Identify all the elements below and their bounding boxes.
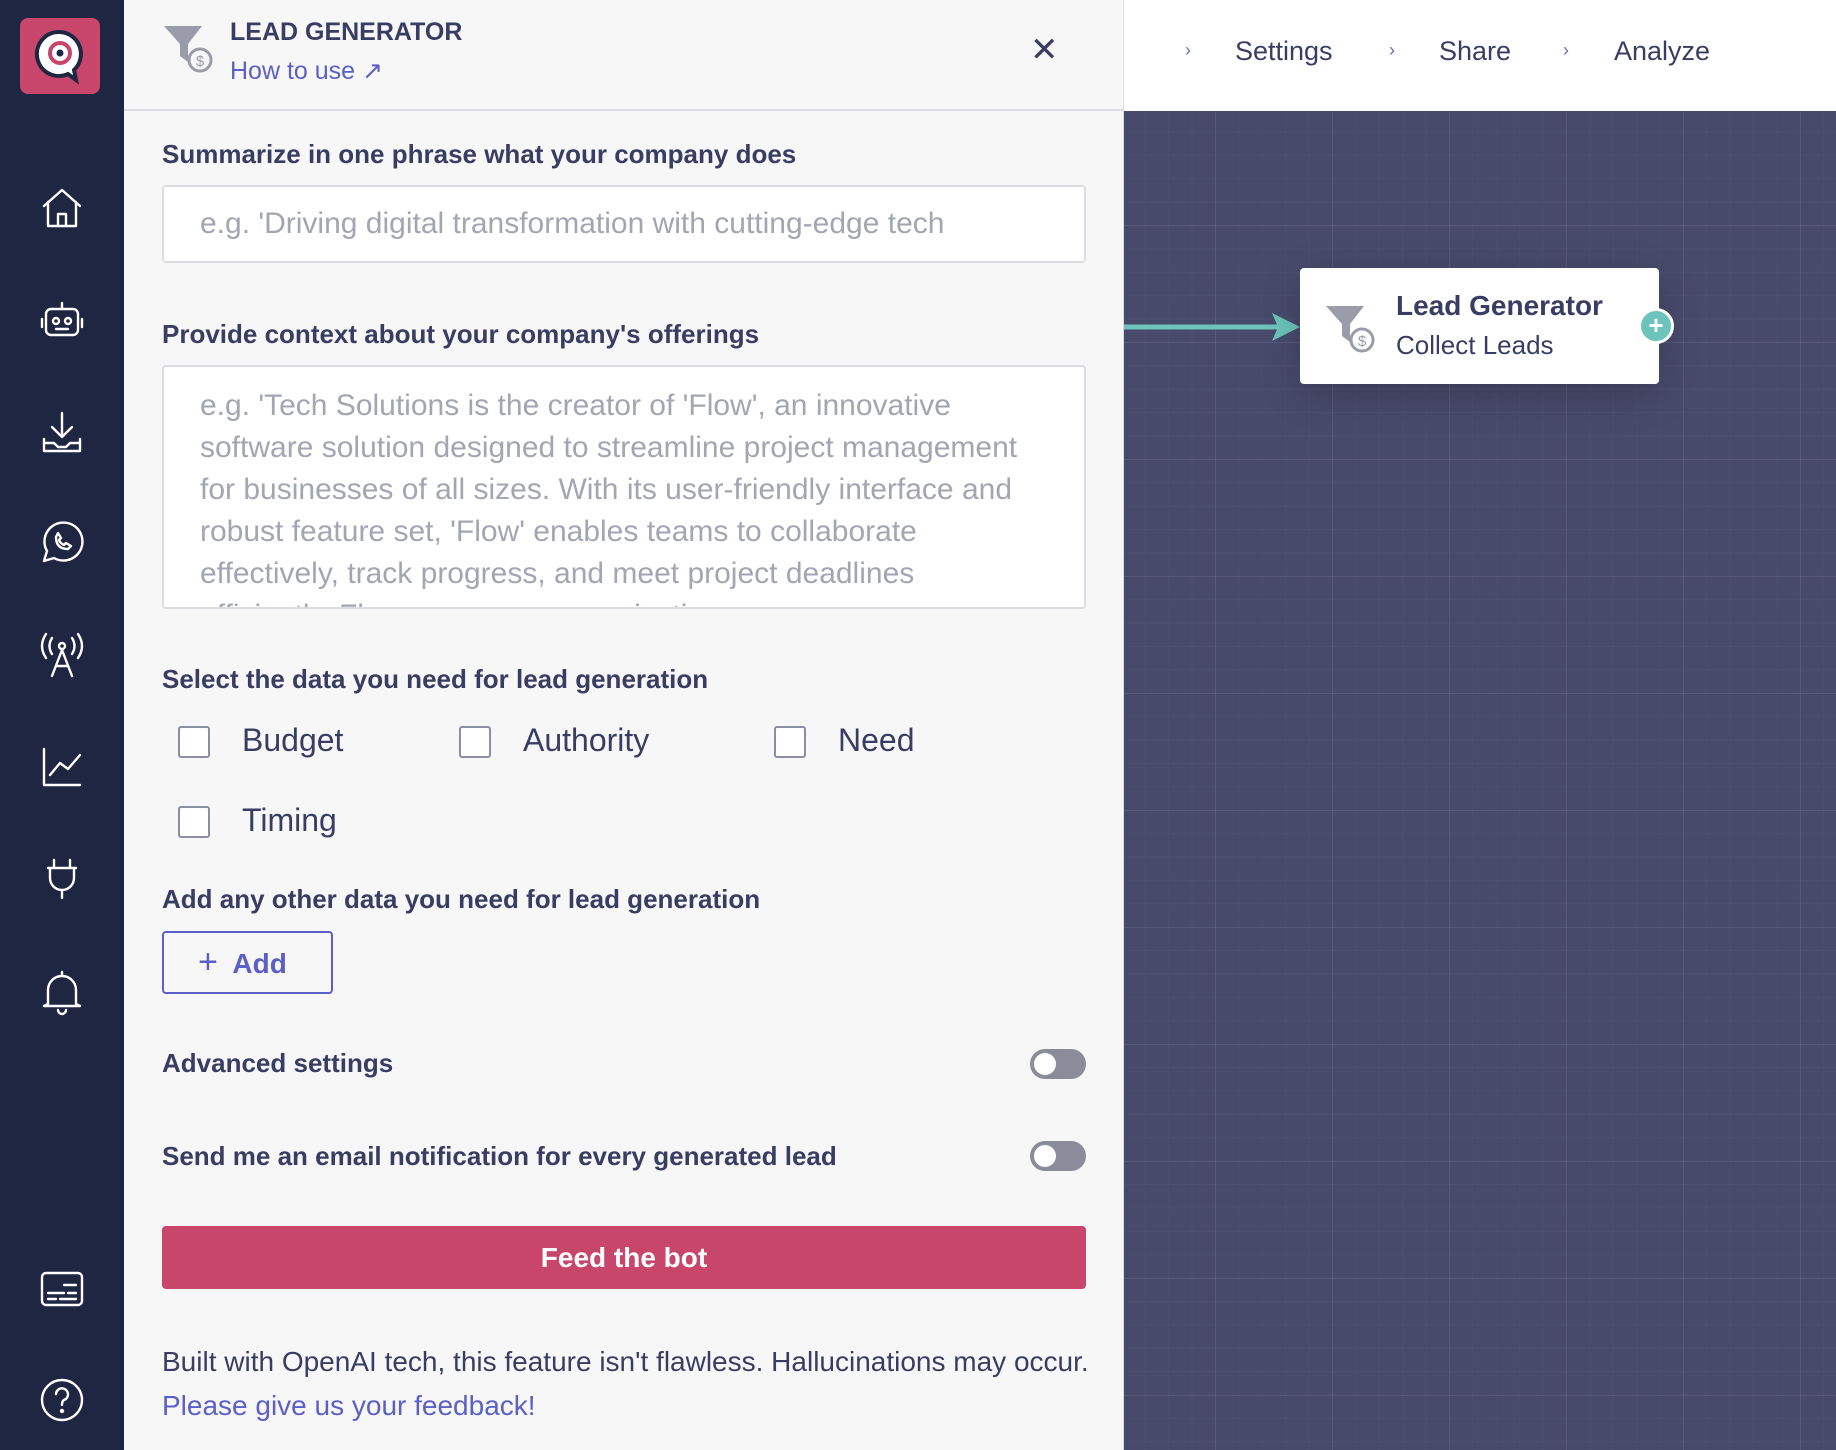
- advanced-settings-label: Advanced settings: [162, 1048, 394, 1078]
- analytics-icon[interactable]: [34, 739, 90, 795]
- lead-generator-node[interactable]: $ Lead Generator Collect Leads +: [1300, 268, 1674, 384]
- bell-icon[interactable]: [34, 964, 90, 1020]
- app-logo[interactable]: [20, 18, 100, 94]
- company-summary-input[interactable]: e.g. 'Driving digital transformation wit…: [162, 185, 1086, 263]
- company-summary-label: Summarize in one phrase what your compan…: [162, 139, 797, 169]
- email-notification-toggle[interactable]: [1030, 1141, 1086, 1171]
- add-label: Add: [232, 948, 287, 979]
- disclaimer-text: Built with OpenAI tech, this feature isn…: [162, 1346, 1089, 1377]
- add-node-button[interactable]: +: [1638, 308, 1674, 344]
- panel-header: $ LEAD GENERATOR How to use ↗ ✕: [124, 0, 1124, 111]
- feed-the-bot-button[interactable]: Feed the bot: [162, 1226, 1086, 1289]
- external-link-icon: ↗: [362, 57, 383, 85]
- how-to-use-link[interactable]: How to use ↗: [230, 56, 383, 86]
- help-icon[interactable]: [34, 1372, 90, 1428]
- node-title: Lead Generator: [1396, 290, 1603, 321]
- chevron-right-icon: ›: [1563, 40, 1569, 60]
- robot-icon[interactable]: [34, 293, 90, 349]
- advanced-settings-toggle[interactable]: [1030, 1049, 1086, 1079]
- subtitles-icon[interactable]: [34, 1261, 90, 1317]
- nav-settings[interactable]: Settings: [1235, 36, 1333, 67]
- panel-title: LEAD GENERATOR: [230, 18, 463, 46]
- funnel-dollar-icon: $: [164, 26, 213, 73]
- download-icon[interactable]: [34, 405, 90, 461]
- chevron-right-icon: ›: [1185, 40, 1191, 60]
- broadcast-icon[interactable]: [34, 628, 90, 684]
- nav-analyze[interactable]: Analyze: [1614, 36, 1710, 67]
- timing-label: Timing: [242, 802, 337, 838]
- funnel-dollar-icon: $: [1326, 306, 1375, 353]
- authority-label: Authority: [523, 722, 650, 758]
- connector-arrow: [1124, 313, 1300, 341]
- timing-checkbox[interactable]: [178, 806, 210, 838]
- chevron-right-icon: ›: [1389, 40, 1395, 60]
- lead-generator-panel: $ LEAD GENERATOR How to use ↗ ✕ Summariz…: [124, 0, 1124, 1450]
- close-icon[interactable]: ✕: [1030, 30, 1059, 70]
- plug-icon[interactable]: [34, 850, 90, 906]
- node-subtitle: Collect Leads: [1396, 330, 1554, 360]
- add-data-button[interactable]: + Add: [162, 931, 333, 994]
- budget-checkbox[interactable]: [178, 726, 210, 758]
- other-data-label: Add any other data you need for lead gen…: [162, 884, 761, 914]
- email-notification-label: Send me an email notification for every …: [162, 1141, 837, 1171]
- feedback-link[interactable]: Please give us your feedback!: [162, 1390, 536, 1421]
- need-label: Need: [838, 722, 915, 758]
- nav-share[interactable]: Share: [1439, 36, 1511, 67]
- authority-checkbox[interactable]: [459, 726, 491, 758]
- company-offerings-textarea[interactable]: e.g. 'Tech Solutions is the creator of '…: [162, 365, 1086, 609]
- company-offerings-label: Provide context about your company's off…: [162, 319, 760, 349]
- sidebar: [0, 0, 124, 1450]
- plus-icon: +: [198, 943, 218, 981]
- how-to-use-label: How to use: [230, 57, 356, 85]
- home-icon[interactable]: [34, 180, 90, 236]
- disclaimer: Built with OpenAI tech, this feature isn…: [162, 1340, 1092, 1428]
- top-nav: › Settings › Share › Analyze: [1124, 0, 1836, 111]
- svg-text:$: $: [1358, 333, 1367, 350]
- lead-data-label: Select the data you need for lead genera…: [162, 664, 709, 694]
- budget-label: Budget: [242, 722, 344, 758]
- logo-icon: [34, 29, 83, 85]
- svg-text:$: $: [196, 53, 205, 70]
- whatsapp-icon[interactable]: [34, 515, 90, 571]
- need-checkbox[interactable]: [774, 726, 806, 758]
